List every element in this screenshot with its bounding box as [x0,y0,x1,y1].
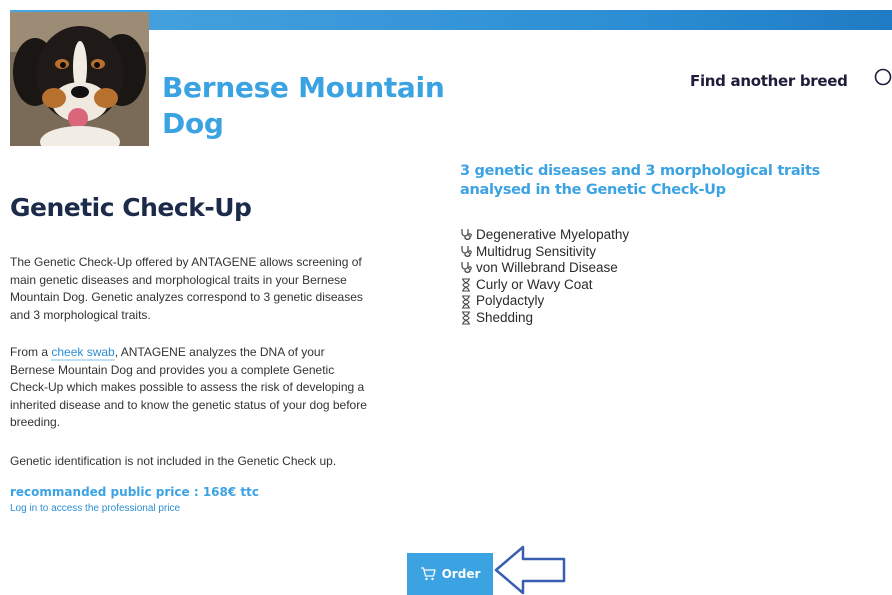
disease-name: Multidrug Sensitivity [476,243,597,259]
analysis-title: 3 genetic diseases and 3 morphological t… [460,163,820,198]
disease-name: von Willebrand Disease [476,260,618,276]
cheek-swab-link[interactable]: cheek swab [51,345,115,361]
professional-price-link[interactable]: Log in to access the professional price [10,503,180,514]
list-item: von Willebrand Disease [460,260,629,277]
page-title: Genetic Check-Up [10,193,252,222]
stethoscope-icon [461,262,472,274]
hourglass-icon [462,295,470,309]
list-item: Shedding [460,310,629,327]
breed-title: Bernese Mountain Dog [162,70,462,142]
swab-paragraph: From a cheek swab, ANTAGENE analyzes the… [10,344,370,432]
intro-paragraph: The Genetic Check-Up offered by ANTAGENE… [10,255,363,322]
stethoscope-icon [461,245,472,257]
breed-title-line1: Bernese Mountain [162,71,445,104]
disease-name: Degenerative Myelopathy [476,227,630,242]
analysis-list: Degenerative Myelopathy Multidrug Sensit… [460,227,629,327]
cart-icon [420,567,436,581]
list-item: Degenerative Myelopathy [460,227,629,244]
public-price: recommanded public price : 168€ ttc [10,485,259,499]
trait-name: Shedding [476,309,534,325]
hourglass-icon [462,311,470,325]
trait-name: Curly or Wavy Coat [476,276,593,292]
list-item: Polydactyly [460,293,629,310]
identification-note: Genetic identification is not included i… [10,454,337,468]
dog-photo [10,12,149,146]
order-button[interactable]: Order [407,553,493,595]
trait-name: Polydactyly [476,293,545,309]
swab-paragraph-start: From a [10,345,52,359]
stethoscope-icon [461,229,472,241]
list-item: Multidrug Sensitivity [460,244,629,261]
search-icon[interactable] [872,68,892,88]
hourglass-icon [462,278,470,292]
breed-title-line2: Dog [162,107,224,140]
order-button-label: Order [441,567,481,581]
list-item: Curly or Wavy Coat [460,277,629,294]
arrow-left-icon [494,545,566,595]
find-breed-link[interactable]: Find another breed [690,72,848,90]
